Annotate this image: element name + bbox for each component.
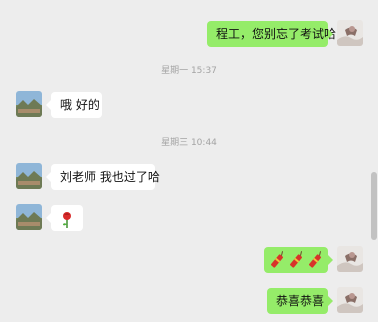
message-bubble-incoming[interactable]: 哦 好的 (46, 92, 102, 118)
message-bubble-outgoing[interactable]: 程工，您别忘了考试哈 (207, 21, 336, 47)
chat-area: 程工，您别忘了考试哈 星期一 15:37 哦 好的 星期三 10:44 刘老师 … (0, 0, 378, 322)
timestamp: 星期一 15:37 (161, 66, 217, 76)
message-bubble-incoming[interactable]: 刘老师 我也过了哈 (46, 164, 160, 190)
message-bubble-incoming[interactable] (46, 205, 83, 231)
message-text: 哦 好的 (60, 98, 100, 112)
avatar-contact[interactable] (16, 204, 42, 230)
avatar-contact[interactable] (16, 163, 42, 189)
avatar-contact[interactable] (16, 91, 42, 117)
vertical-scrollbar[interactable] (371, 172, 377, 240)
message-bubble-outgoing[interactable] (264, 247, 333, 273)
message-text: 程工，您别忘了考试哈 (216, 27, 337, 41)
firecracker-icon (270, 250, 322, 268)
timestamp: 星期三 10:44 (161, 138, 217, 148)
avatar-self[interactable] (337, 20, 363, 46)
message-text: 刘老师 我也过了哈 (60, 170, 160, 184)
rose-icon (63, 211, 71, 228)
message-bubble-outgoing[interactable]: 恭喜恭喜 (267, 288, 333, 314)
message-text: 恭喜恭喜 (276, 294, 325, 308)
avatar-self[interactable] (337, 246, 363, 272)
avatar-self[interactable] (337, 287, 363, 313)
